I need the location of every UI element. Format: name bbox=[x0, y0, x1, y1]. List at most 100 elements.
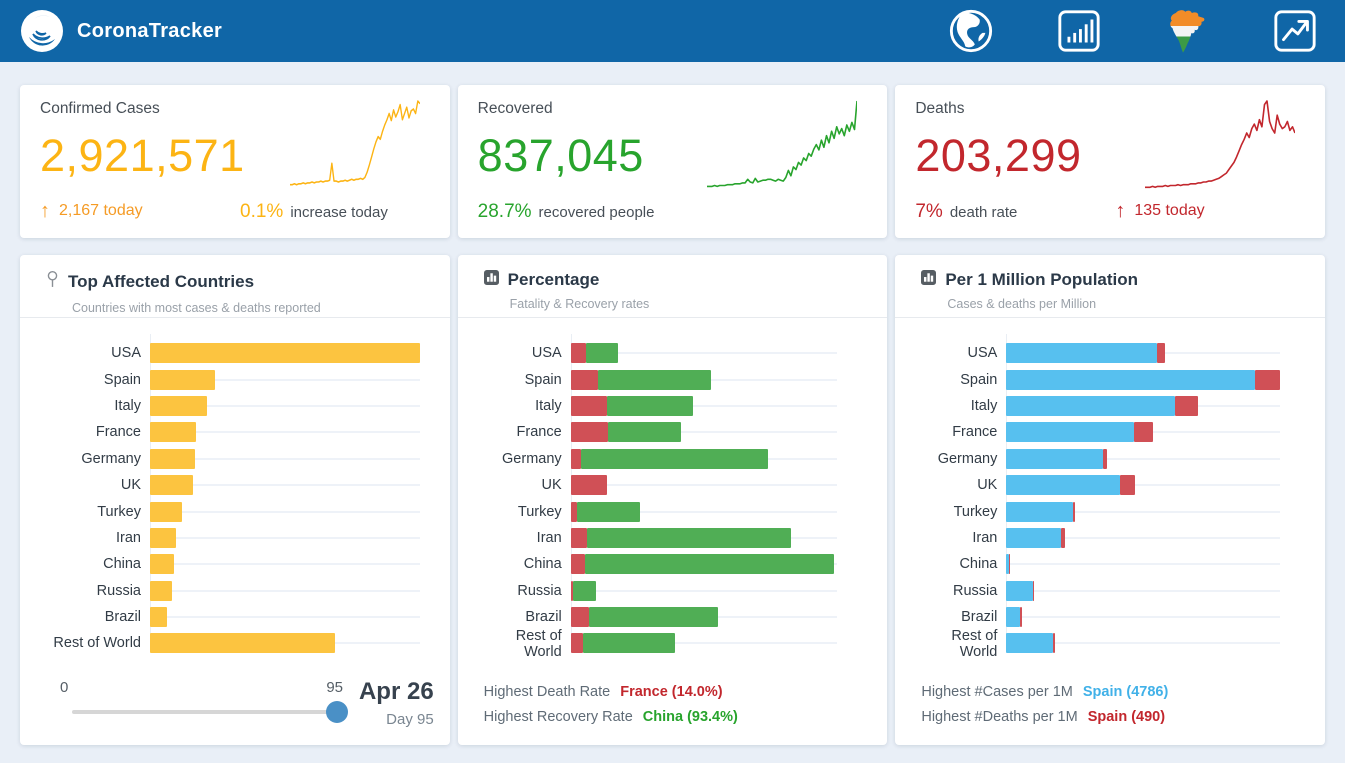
bar-row-germany: Germany bbox=[40, 446, 420, 472]
bar-segment[interactable] bbox=[1006, 396, 1175, 416]
bar-row-turkey: Turkey bbox=[915, 498, 1280, 524]
bar-row-russia: Russia bbox=[40, 578, 420, 604]
slider-track[interactable] bbox=[72, 710, 340, 714]
date-label: Apr 26 bbox=[359, 678, 434, 706]
chart-header: Top Affected CountriesCountries with mos… bbox=[20, 255, 450, 318]
bar-segment[interactable] bbox=[571, 633, 583, 653]
bar-segment[interactable] bbox=[1006, 343, 1156, 363]
bar-segment[interactable] bbox=[571, 396, 607, 416]
bar-segment[interactable] bbox=[573, 581, 596, 601]
bar-segment[interactable] bbox=[571, 343, 586, 363]
bar-segment[interactable] bbox=[571, 422, 608, 442]
bar-row-italy: Italy bbox=[915, 393, 1280, 419]
bar-segment[interactable] bbox=[585, 554, 834, 574]
footer-stat-row: Highest #Cases per 1MSpain (4786) bbox=[921, 684, 1168, 700]
bar-segment[interactable] bbox=[1134, 422, 1152, 442]
bar-row-france: France bbox=[478, 419, 838, 445]
bar-segment[interactable] bbox=[571, 607, 589, 627]
stat-left-detail: ↑2,167 today bbox=[40, 201, 143, 221]
bar-segment[interactable] bbox=[581, 449, 768, 469]
bar-label: France bbox=[915, 424, 1006, 440]
bar-row-turkey: Turkey bbox=[40, 498, 420, 524]
day-label: Day 95 bbox=[359, 711, 434, 728]
bar-segment[interactable] bbox=[1006, 607, 1019, 627]
bar-label: UK bbox=[915, 477, 1006, 493]
bar-segment[interactable] bbox=[1006, 370, 1254, 390]
stat-detail-value: 7% bbox=[915, 201, 942, 223]
bar-label: China bbox=[478, 556, 571, 572]
bar-segment[interactable] bbox=[150, 396, 207, 416]
bar-row-spain: Spain bbox=[915, 366, 1280, 392]
bar-segment[interactable] bbox=[589, 607, 718, 627]
bar-segment[interactable] bbox=[150, 607, 167, 627]
footer-stat-row: Highest Death RateFrance (14.0%) bbox=[484, 684, 738, 700]
bar-segment[interactable] bbox=[1006, 422, 1134, 442]
bar-segment[interactable] bbox=[1053, 633, 1055, 653]
bar-segment[interactable] bbox=[1006, 502, 1072, 522]
bar-segment[interactable] bbox=[1073, 502, 1075, 522]
bar-row-germany: Germany bbox=[478, 446, 838, 472]
bar-segment[interactable] bbox=[1006, 581, 1032, 601]
chart-footer-stats: Highest Death RateFrance (14.0%)Highest … bbox=[484, 684, 738, 734]
dashboard: Confirmed Cases2,921,571↑2,167 today0.1%… bbox=[0, 62, 1345, 763]
bar-segment[interactable] bbox=[608, 422, 681, 442]
stat-detail-value: 28.7% bbox=[478, 201, 532, 223]
bar-chart-icon[interactable] bbox=[1055, 7, 1103, 55]
bar-segment[interactable] bbox=[1120, 475, 1135, 495]
bar-row-turkey: Turkey bbox=[478, 498, 838, 524]
bar-segment[interactable] bbox=[150, 449, 195, 469]
bar-segment[interactable] bbox=[1020, 607, 1022, 627]
bar-segment[interactable] bbox=[150, 528, 176, 548]
bar-segment[interactable] bbox=[150, 502, 182, 522]
bar-segment[interactable] bbox=[150, 554, 174, 574]
bar-segment[interactable] bbox=[571, 475, 607, 495]
navbar: CoronaTracker bbox=[0, 0, 1345, 62]
bar-segment[interactable] bbox=[150, 343, 420, 363]
bar-row-italy: Italy bbox=[40, 393, 420, 419]
bar-segment[interactable] bbox=[1061, 528, 1064, 548]
bar-segment[interactable] bbox=[598, 370, 711, 390]
bar-segment[interactable] bbox=[150, 370, 215, 390]
bar-segment[interactable] bbox=[577, 502, 640, 522]
bar-segment[interactable] bbox=[1006, 633, 1053, 653]
bar-track bbox=[571, 581, 838, 601]
bar-track bbox=[150, 343, 420, 363]
bar-segment[interactable] bbox=[1175, 396, 1198, 416]
bar-track bbox=[571, 607, 838, 627]
bar-segment[interactable] bbox=[571, 528, 588, 548]
bar-track bbox=[150, 607, 420, 627]
bar-segment[interactable] bbox=[150, 475, 193, 495]
bar-row-brazil: Brazil bbox=[40, 604, 420, 630]
bar-segment[interactable] bbox=[587, 528, 791, 548]
bar-segment[interactable] bbox=[150, 422, 196, 442]
bar-segment[interactable] bbox=[1255, 370, 1280, 390]
india-map-icon[interactable] bbox=[1163, 7, 1211, 55]
bar-segment[interactable] bbox=[571, 370, 598, 390]
bar-segment[interactable] bbox=[607, 396, 693, 416]
globe-icon[interactable] bbox=[947, 7, 995, 55]
bar-segment[interactable] bbox=[1006, 475, 1120, 495]
chart-card-0: Top Affected CountriesCountries with mos… bbox=[20, 255, 450, 745]
bar-row-china: China bbox=[478, 551, 838, 577]
bar-segment[interactable] bbox=[586, 343, 619, 363]
bar-segment[interactable] bbox=[1103, 449, 1107, 469]
bar-segment[interactable] bbox=[150, 633, 335, 653]
slider-handle[interactable] bbox=[326, 701, 348, 723]
app-logo-icon[interactable] bbox=[20, 9, 64, 53]
slider-min-label: 0 bbox=[60, 679, 68, 696]
bar-segment[interactable] bbox=[583, 633, 675, 653]
bar-segment[interactable] bbox=[571, 554, 586, 574]
bar-segment[interactable] bbox=[571, 449, 581, 469]
bar-segment[interactable] bbox=[1157, 343, 1166, 363]
bar-label: USA bbox=[915, 345, 1006, 361]
bar-track bbox=[571, 554, 838, 574]
bar-row-iran: Iran bbox=[915, 525, 1280, 551]
bar-segment[interactable] bbox=[1006, 449, 1102, 469]
bar-track bbox=[150, 502, 420, 522]
bar-segment[interactable] bbox=[1006, 528, 1061, 548]
bar-segment[interactable] bbox=[150, 581, 172, 601]
chart-title: Per 1 Million Population bbox=[945, 270, 1138, 290]
trend-chart-icon[interactable] bbox=[1271, 7, 1319, 55]
bar-segment[interactable] bbox=[571, 502, 578, 522]
bar-track bbox=[150, 581, 420, 601]
